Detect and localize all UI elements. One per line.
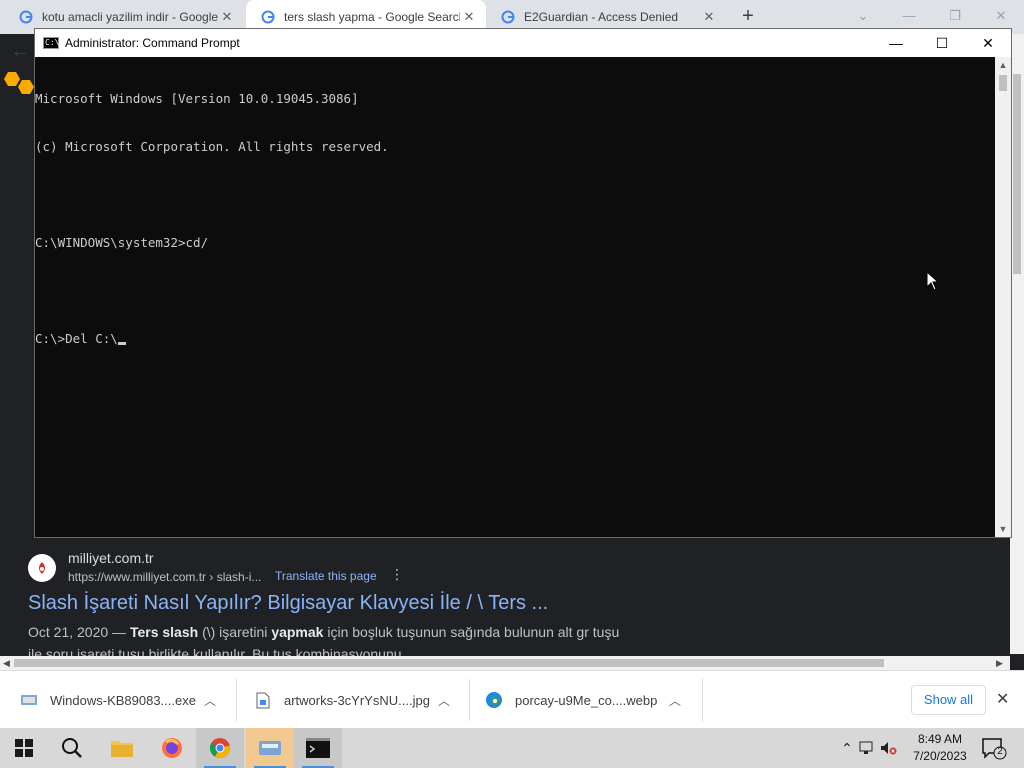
system-tray: ⌃ <box>838 728 900 768</box>
show-hidden-icons-chevron-icon[interactable]: ⌃ <box>838 740 856 757</box>
firefox-button[interactable] <box>148 728 196 768</box>
milliyet-favicon <box>28 554 56 582</box>
cmd-window-title: Administrator: Command Prompt <box>65 36 240 50</box>
scroll-thumb[interactable] <box>999 75 1007 91</box>
chrome-button[interactable] <box>196 728 244 768</box>
divider <box>702 679 703 721</box>
terminal-icon <box>306 738 330 758</box>
close-icon[interactable]: ✕ <box>460 9 478 25</box>
console-input-line[interactable]: C:\>Del C:\ <box>35 331 995 347</box>
tab-title: E2Guardian - Access Denied <box>524 10 679 24</box>
download-item[interactable]: porcay-u9Me_co....webp ︿ <box>485 671 685 729</box>
google-logo-fragment <box>4 72 34 94</box>
cmd-maximize-button[interactable]: ☐ <box>919 29 965 57</box>
cmd-minimize-button[interactable]: — <box>873 29 919 57</box>
chevron-up-icon[interactable]: ︿ <box>665 692 685 709</box>
downloads-bar: Windows-KB89083....exe ︿ artworks-3cYrYs… <box>0 670 1024 728</box>
close-downloads-icon[interactable]: ✕ <box>996 689 1009 709</box>
close-icon[interactable]: ✕ <box>700 9 718 25</box>
console-line: C:\WINDOWS\system32>cd/ <box>35 235 209 250</box>
clock[interactable]: 8:49 AM 7/20/2023 <box>906 731 974 765</box>
console-prompt-text: C:\>Del C:\ <box>35 331 118 346</box>
console-line: Microsoft Windows [Version 10.0.19045.30… <box>35 91 359 106</box>
new-tab-button[interactable]: + <box>736 5 760 29</box>
file-explorer-button[interactable] <box>98 728 146 768</box>
show-all-button[interactable]: Show all <box>911 685 986 715</box>
browser-restore-button[interactable]: ❐ <box>942 4 968 28</box>
result-url[interactable]: https://www.milliyet.com.tr › slash-i... <box>68 570 261 584</box>
scroll-up-arrow-icon[interactable]: ▲ <box>995 57 1011 73</box>
translate-link[interactable]: Translate this page <box>275 569 377 583</box>
text-cursor <box>117 342 126 345</box>
download-filename: artworks-3cYrYsNU....jpg <box>284 692 430 708</box>
result-snippet-line2: ile soru işareti tuşu birlikte kullanılı… <box>28 646 414 656</box>
clock-date: 7/20/2023 <box>913 749 967 763</box>
browser-minimize-button[interactable]: — <box>896 4 922 28</box>
notifications-button[interactable]: 2 <box>980 736 1008 760</box>
result-title-link[interactable]: Slash İşareti Nasıl Yapılır? Bilgisayar … <box>28 592 548 615</box>
cmd-title-bar[interactable]: C:\ Administrator: Command Prompt — ☐ ✕ <box>35 29 1011 57</box>
chevron-up-icon[interactable]: ︿ <box>434 692 454 709</box>
chrome-icon <box>209 738 230 758</box>
download-item[interactable]: artworks-3cYrYsNU....jpg ︿ <box>254 671 454 729</box>
cmd-console-output[interactable]: Microsoft Windows [Version 10.0.19045.30… <box>35 57 995 537</box>
folder-icon <box>111 741 133 757</box>
page-horizontal-scrollbar[interactable]: ◀ ▶ <box>0 656 1010 670</box>
result-site-name: milliyet.com.tr <box>68 550 154 566</box>
download-filename: porcay-u9Me_co....webp <box>515 692 658 708</box>
back-arrow-icon[interactable]: ← <box>10 40 30 63</box>
mouse-pointer-icon <box>926 271 940 291</box>
google-icon <box>18 9 34 25</box>
cmd-icon: C:\ <box>43 37 60 49</box>
image-file-icon <box>254 691 272 709</box>
volume-muted-icon[interactable] <box>878 741 900 755</box>
google-icon <box>260 9 276 25</box>
scroll-down-arrow-icon[interactable]: ▼ <box>995 521 1011 537</box>
divider <box>469 679 470 721</box>
google-icon <box>500 9 516 25</box>
tab-title: ters slash yapma - Google Search <box>284 10 460 24</box>
search-icon <box>62 738 82 758</box>
page-vertical-scrollbar[interactable] <box>1010 34 1024 654</box>
command-prompt-taskbar-button[interactable] <box>294 728 342 768</box>
download-filename: Windows-KB89083....exe <box>50 692 196 708</box>
windows-logo-icon <box>15 739 33 757</box>
windows-taskbar: ⌃ 8:49 AM 7/20/2023 2 <box>0 728 1024 768</box>
more-options-icon[interactable]: ⋮ <box>390 566 404 583</box>
notification-count: 2 <box>997 746 1003 757</box>
tab-search-chevron-icon[interactable]: ⌄ <box>850 4 876 28</box>
drive-app-icon <box>259 741 281 755</box>
installer-icon <box>20 691 38 709</box>
search-button[interactable] <box>48 728 96 768</box>
cmd-scrollbar[interactable]: ▲ ▼ <box>995 57 1011 537</box>
chevron-up-icon[interactable]: ︿ <box>200 692 220 709</box>
browser-close-button[interactable]: ✕ <box>988 4 1014 28</box>
app-button[interactable] <box>246 728 294 768</box>
command-prompt-window[interactable]: C:\ Administrator: Command Prompt — ☐ ✕ … <box>34 28 1012 538</box>
edge-icon <box>485 691 503 709</box>
clock-time: 8:49 AM <box>917 732 963 746</box>
download-item[interactable]: Windows-KB89083....exe ︿ <box>20 671 220 729</box>
console-line: (c) Microsoft Corporation. All rights re… <box>35 139 389 154</box>
firefox-icon <box>162 738 182 758</box>
network-icon[interactable] <box>856 741 878 755</box>
start-button[interactable] <box>0 728 48 768</box>
close-icon[interactable]: ✕ <box>218 9 236 25</box>
cmd-close-button[interactable]: ✕ <box>965 29 1011 57</box>
result-snippet: Oct 21, 2020 — Ters slash (\) işaretini … <box>28 624 620 640</box>
divider <box>236 679 237 721</box>
tab-title: kotu amacli yazilim indir - Google <box>42 10 218 24</box>
